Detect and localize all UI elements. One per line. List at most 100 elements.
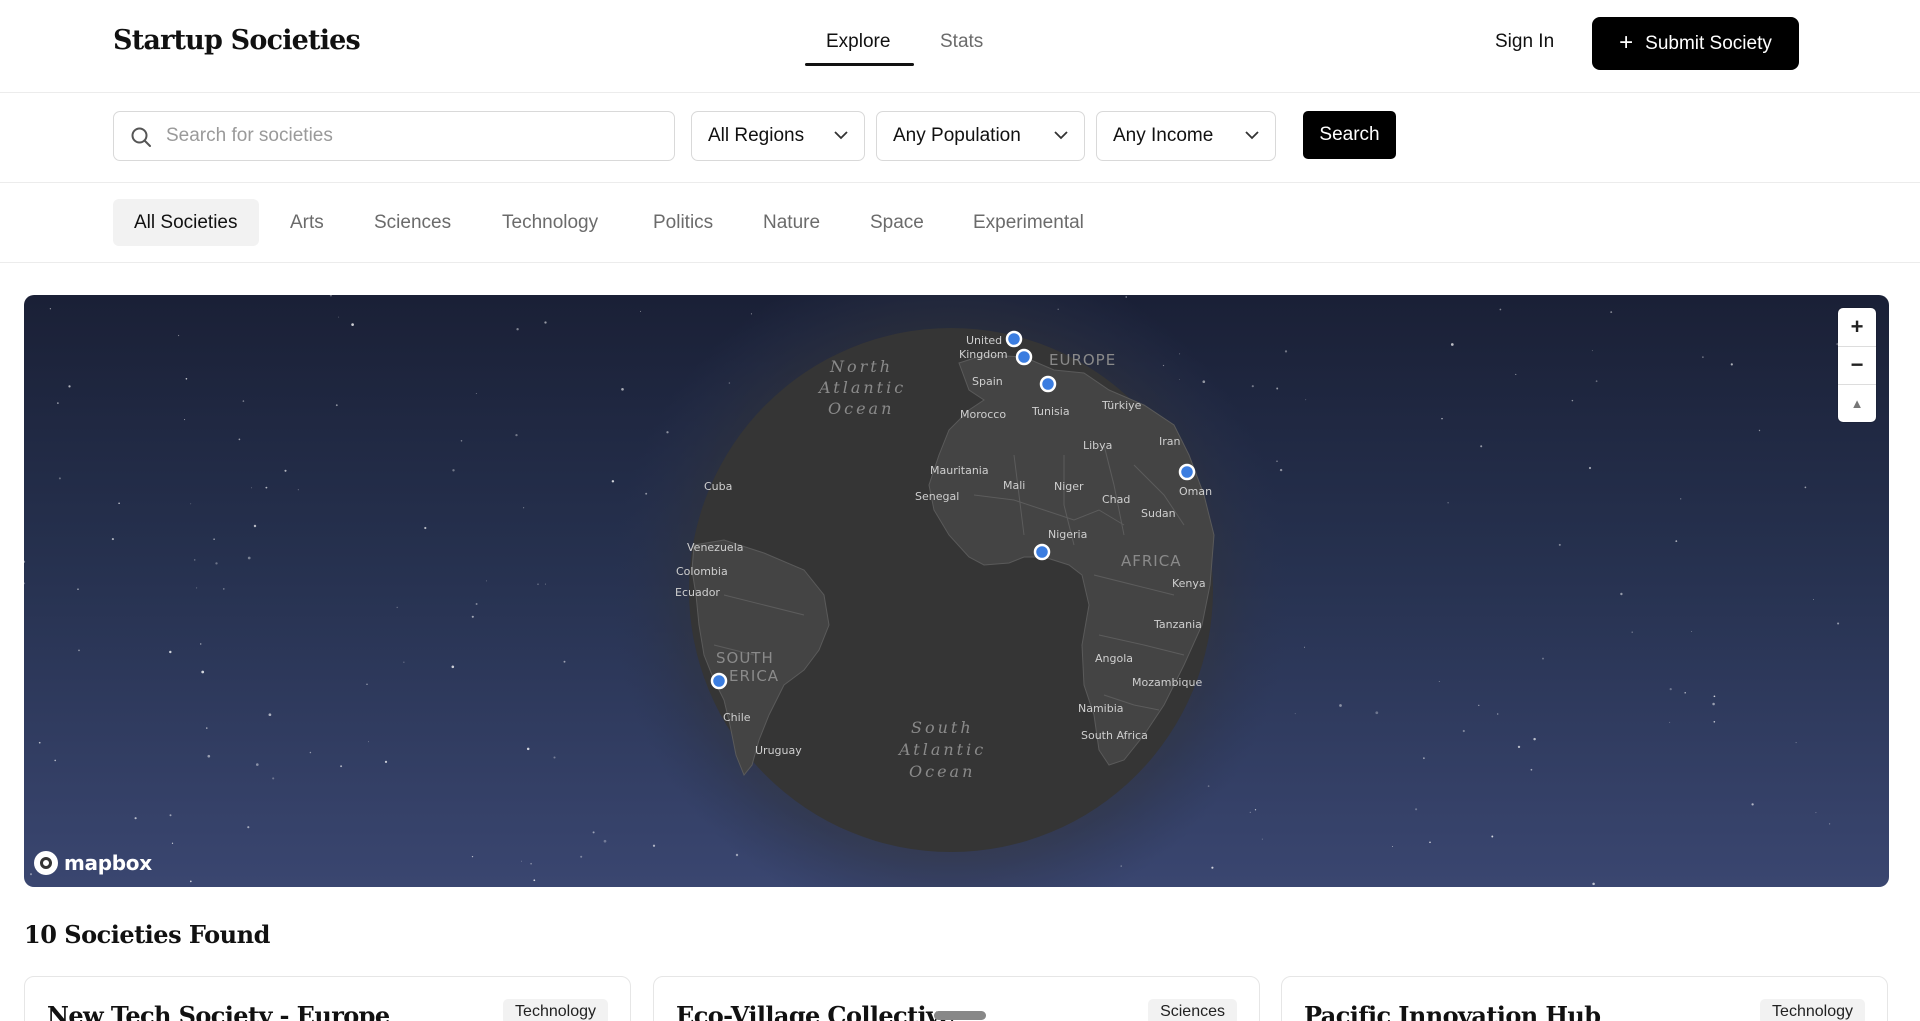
map-label-south-atlantic-1: South <box>911 718 974 737</box>
category-sciences[interactable]: Sciences <box>353 199 472 246</box>
star <box>526 747 530 751</box>
map-label-kenya: Kenya <box>1172 577 1206 590</box>
map-label-north-atlantic-2: Atlantic <box>817 378 906 397</box>
society-map[interactable]: EUROPE AFRICA SOUTH ERICA North Atlantic… <box>24 295 1889 887</box>
category-politics[interactable]: Politics <box>632 199 734 246</box>
star <box>1815 812 1817 814</box>
star <box>611 480 615 483</box>
star <box>603 839 607 843</box>
category-space[interactable]: Space <box>849 199 945 246</box>
map-label-south-atlantic-2: Atlantic <box>897 740 986 759</box>
population-select[interactable]: Any Population <box>876 111 1085 161</box>
star <box>384 760 388 764</box>
submit-society-button[interactable]: + Submit Society <box>1592 17 1799 70</box>
star <box>1261 838 1263 840</box>
star <box>1249 811 1251 814</box>
star <box>38 741 41 744</box>
society-marker[interactable] <box>1015 348 1033 366</box>
star <box>340 765 343 768</box>
star <box>201 670 205 674</box>
society-marker[interactable] <box>1033 543 1051 561</box>
site-logo[interactable]: Startup Societies <box>113 25 361 56</box>
globe-map[interactable]: EUROPE AFRICA SOUTH ERICA North Atlantic… <box>24 295 1889 887</box>
star <box>1294 713 1296 715</box>
society-card[interactable]: Pacific Innovation Hub Technology <box>1281 976 1888 1021</box>
star <box>533 879 536 882</box>
search-input[interactable] <box>166 112 666 160</box>
star <box>1804 486 1807 489</box>
category-arts[interactable]: Arts <box>269 199 345 246</box>
mapbox-logo[interactable]: mapbox <box>34 851 152 875</box>
star <box>1276 460 1278 462</box>
society-card[interactable]: New Tech Society - Europe Technology <box>24 976 631 1021</box>
star <box>118 502 120 505</box>
star <box>1592 882 1595 886</box>
income-select[interactable]: Any Income <box>1096 111 1276 161</box>
results-count-heading: 10 Societies Found <box>24 920 270 949</box>
star <box>471 615 474 618</box>
star <box>265 486 268 489</box>
star <box>251 487 253 489</box>
star <box>54 759 57 762</box>
star <box>24 582 26 585</box>
star <box>1125 296 1127 298</box>
star <box>1480 445 1483 448</box>
population-select-value: Any Population <box>893 125 1021 146</box>
map-label-africa: AFRICA <box>1121 552 1181 570</box>
star <box>49 308 52 310</box>
star <box>750 313 752 315</box>
society-card[interactable]: Eco-Village Collective Sciences <box>653 976 1260 1021</box>
society-card-title: Pacific Innovation Hub <box>1304 1001 1601 1021</box>
star <box>1497 713 1499 715</box>
category-experimental[interactable]: Experimental <box>952 199 1105 246</box>
plus-icon: + <box>1619 28 1634 56</box>
compass-icon[interactable]: ▲ <box>1838 384 1876 422</box>
society-marker[interactable] <box>1005 330 1023 348</box>
star <box>1558 543 1561 546</box>
star <box>1499 308 1502 311</box>
chevron-down-icon <box>1054 131 1068 140</box>
star <box>1828 823 1831 825</box>
region-select[interactable]: All Regions <box>691 111 865 161</box>
map-label-chile: Chile <box>723 711 751 724</box>
star <box>1684 692 1686 694</box>
map-label-namibia: Namibia <box>1078 702 1124 715</box>
star <box>396 606 398 609</box>
star <box>451 665 455 669</box>
star <box>1595 380 1598 383</box>
society-marker[interactable] <box>1039 375 1057 393</box>
zoom-out-button[interactable]: − <box>1838 346 1876 384</box>
star <box>1478 704 1480 706</box>
star <box>471 855 474 858</box>
star <box>1305 399 1307 401</box>
search-button[interactable]: Search <box>1303 111 1396 159</box>
star <box>169 814 172 817</box>
star <box>1438 680 1440 683</box>
tab-stats[interactable]: Stats <box>940 31 983 53</box>
tab-explore[interactable]: Explore <box>826 31 890 53</box>
sign-in-link[interactable]: Sign In <box>1495 31 1554 53</box>
star <box>1279 468 1283 472</box>
category-nature[interactable]: Nature <box>742 199 841 246</box>
star <box>516 328 519 331</box>
star <box>1837 622 1840 625</box>
star <box>1254 809 1257 811</box>
category-technology[interactable]: Technology <box>481 199 619 246</box>
chevron-down-icon <box>1245 131 1259 140</box>
star <box>272 777 275 780</box>
star <box>351 323 354 326</box>
zoom-in-button[interactable]: + <box>1838 308 1876 346</box>
map-label-mauritania: Mauritania <box>930 464 989 477</box>
society-marker[interactable] <box>710 672 728 690</box>
income-select-value: Any Income <box>1113 125 1214 146</box>
star <box>1462 729 1465 733</box>
category-tabs: All Societies Arts Sciences Technology P… <box>0 183 1920 263</box>
category-all-societies[interactable]: All Societies <box>113 199 259 246</box>
society-marker[interactable] <box>1178 463 1196 481</box>
map-label-ecuador: Ecuador <box>675 586 720 599</box>
map-zoom-controls: + − ▲ <box>1838 308 1876 422</box>
star <box>485 580 487 582</box>
star <box>222 588 225 590</box>
star <box>1491 835 1494 838</box>
map-label-south-america-2: ERICA <box>729 667 779 685</box>
